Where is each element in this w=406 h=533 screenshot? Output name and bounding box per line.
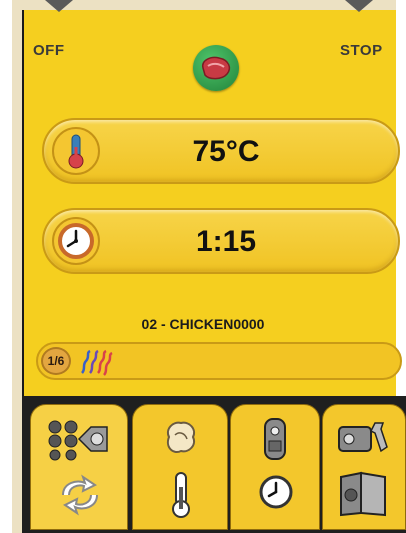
book-icon <box>335 469 391 524</box>
manual-mode-tab[interactable] <box>30 404 128 530</box>
stop-indicator-notch <box>345 0 373 12</box>
step-counter-badge: 1/6 <box>41 347 71 375</box>
stop-button[interactable]: STOP <box>340 42 383 59</box>
tools-icon <box>335 417 395 462</box>
chicken-icon <box>161 417 201 466</box>
cycle-icon <box>53 473 107 522</box>
time-value: 1:15 <box>195 225 257 258</box>
meat-icon[interactable] <box>193 45 239 91</box>
time-setting[interactable]: 1:15 <box>42 208 400 274</box>
program-name: 02 - CHICKEN0000 <box>141 316 265 332</box>
off-indicator-notch <box>45 0 73 12</box>
delayed-cook-tab[interactable] <box>230 404 320 530</box>
clock-icon <box>52 217 100 265</box>
temperature-setting[interactable]: 75°C <box>42 118 400 184</box>
heat-waves-icon <box>78 349 114 382</box>
thermometer-icon <box>52 127 100 175</box>
off-button[interactable]: OFF <box>33 42 65 59</box>
temperature-value: 75°C <box>192 135 260 168</box>
thermometer-icon <box>167 469 195 526</box>
clock-icon <box>257 473 295 516</box>
settings-tab[interactable] <box>322 404 406 530</box>
core-probe-tab[interactable] <box>132 404 228 530</box>
fan-display-icon <box>45 417 111 466</box>
cooking-step-bar[interactable]: 1/6 <box>36 342 402 380</box>
probe-icon <box>257 415 293 468</box>
